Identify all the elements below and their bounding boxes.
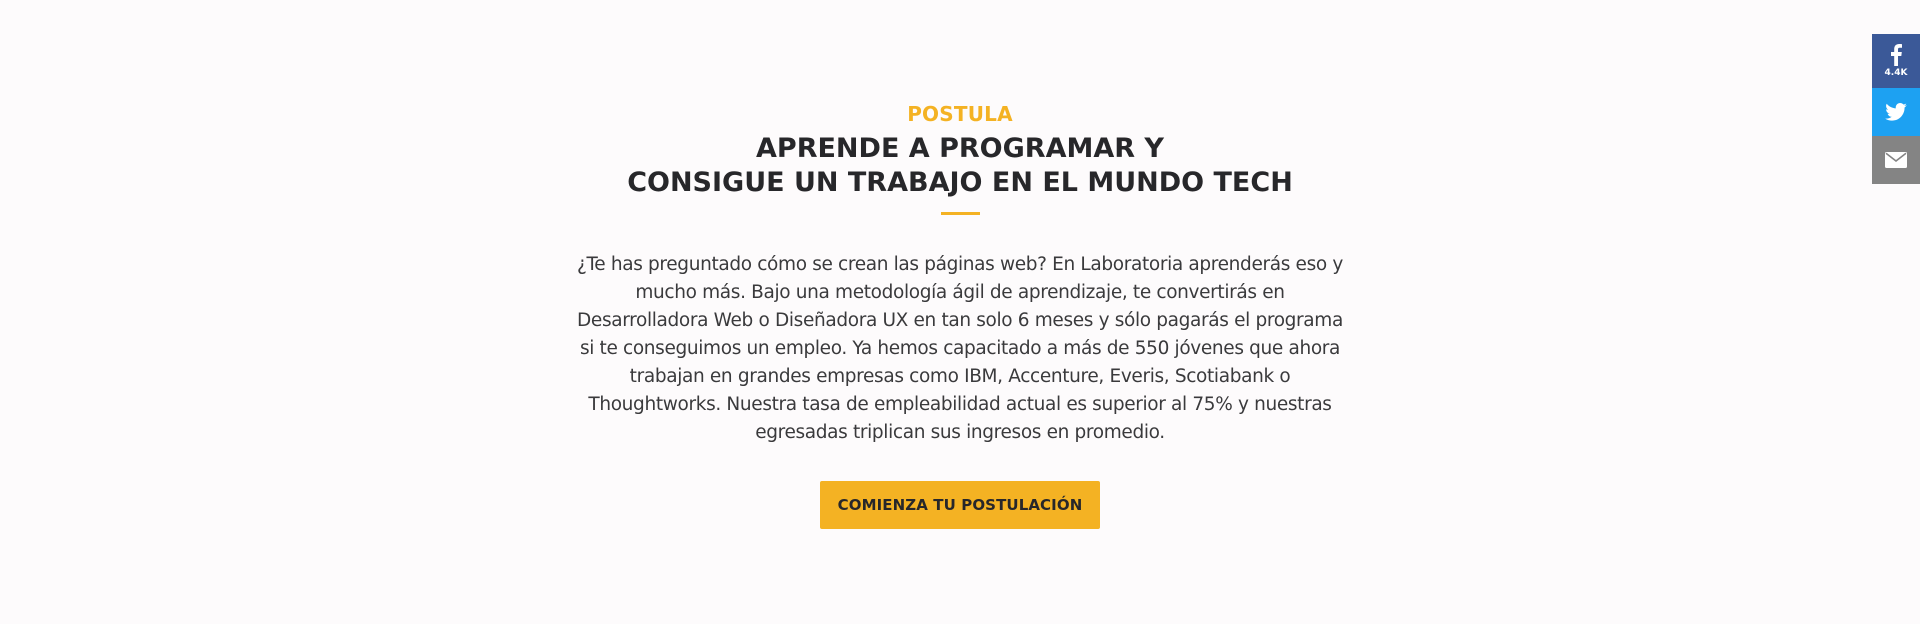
facebook-share-count: 4.4K xyxy=(1884,68,1908,78)
email-icon xyxy=(1885,152,1907,168)
page: POSTULA APRENDE A PROGRAMAR Y CONSIGUE U… xyxy=(0,0,1920,624)
start-application-button[interactable]: COMIENZA TU POSTULACIÓN xyxy=(820,481,1100,529)
section-description: ¿Te has preguntado cómo se crean las pág… xyxy=(577,254,1343,443)
section-title-line-1: APRENDE A PROGRAMAR Y xyxy=(756,133,1164,164)
twitter-share-button[interactable] xyxy=(1872,88,1920,136)
section-title: APRENDE A PROGRAMAR Y CONSIGUE UN TRABAJ… xyxy=(0,132,1920,200)
title-divider xyxy=(941,212,980,215)
facebook-share-button[interactable]: 4.4K xyxy=(1872,34,1920,88)
section-title-line-2: CONSIGUE UN TRABAJO EN EL MUNDO TECH xyxy=(627,167,1293,198)
section-eyebrow: POSTULA xyxy=(907,102,1013,126)
social-share-bar: 4.4K xyxy=(1872,34,1920,184)
twitter-icon xyxy=(1885,103,1907,121)
facebook-icon xyxy=(1891,44,1902,66)
email-share-button[interactable] xyxy=(1872,136,1920,184)
